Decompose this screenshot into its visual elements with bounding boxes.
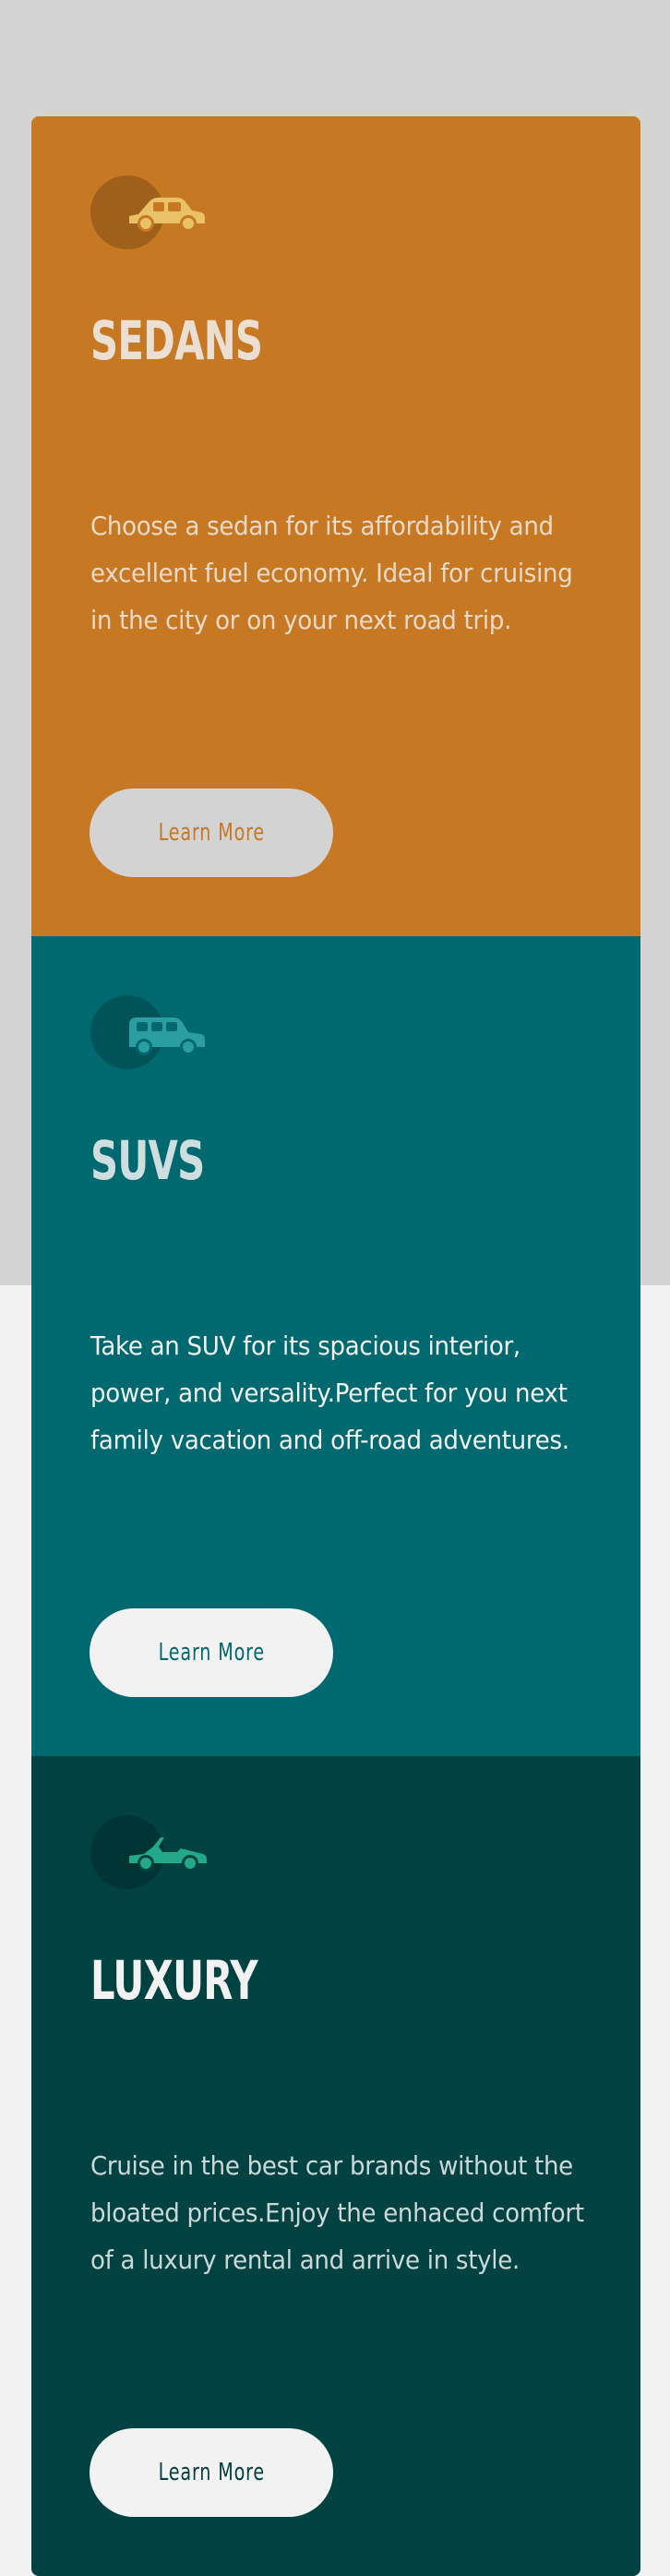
card-title: LUXURY	[90, 1949, 258, 2012]
card-title: SUVS	[90, 1129, 205, 1192]
card-suvs: SUVS Take an SUV for its spacious interi…	[31, 936, 640, 1756]
card-description: Take an SUV for its spacious interior, p…	[90, 1322, 598, 1463]
learn-more-label: Learn More	[158, 2459, 265, 2486]
card-description: Cruise in the best car brands without th…	[90, 2142, 598, 2283]
convertible-car-icon	[90, 1815, 220, 1889]
card-description: Choose a sedan for its affordability and…	[90, 502, 598, 644]
card-description-text: Cruise in the best car brands without th…	[90, 2150, 584, 2275]
card-description-text: Take an SUV for its spacious interior, p…	[90, 1330, 569, 1455]
sedan-car-svg	[129, 198, 205, 232]
card-sedans: SEDANS Choose a sedan for its affordabil…	[31, 116, 640, 936]
learn-more-button[interactable]: Learn More	[90, 1608, 333, 1697]
learn-more-button[interactable]: Learn More	[90, 2428, 333, 2517]
suv-car-icon	[90, 995, 220, 1069]
card-description-text: Choose a sedan for its affordability and…	[90, 511, 573, 635]
suv-car-svg	[129, 1017, 205, 1055]
learn-more-label: Learn More	[158, 819, 265, 847]
card-title: SEDANS	[90, 309, 263, 372]
sedan-car-icon	[90, 175, 220, 249]
convertible-car-svg	[129, 1837, 207, 1872]
card-luxury: LUXURY Cruise in the best car brands wit…	[31, 1756, 640, 2576]
learn-more-button[interactable]: Learn More	[90, 788, 333, 877]
car-category-cards: SEDANS Choose a sedan for its affordabil…	[31, 116, 640, 2576]
learn-more-label: Learn More	[158, 1639, 265, 1667]
